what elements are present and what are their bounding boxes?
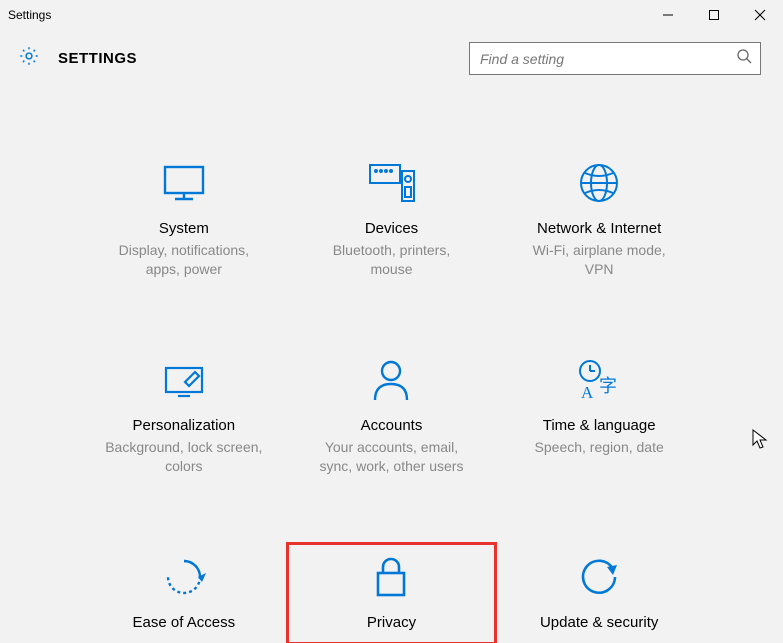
header: SETTINGS — [0, 30, 783, 95]
tile-title: Update & security — [540, 614, 658, 631]
person-icon — [371, 355, 411, 405]
tile-time-language[interactable]: A字 Time & language Speech, region, date — [495, 347, 703, 484]
tile-network[interactable]: Network & Internet Wi-Fi, airplane mode,… — [495, 150, 703, 287]
lock-icon — [372, 552, 410, 602]
devices-icon — [366, 158, 416, 208]
tile-desc: Background, lock screen, colors — [104, 438, 264, 476]
tile-title: System — [159, 220, 209, 237]
search-box[interactable] — [469, 42, 761, 75]
svg-text:字: 字 — [599, 376, 617, 396]
tile-title: Network & Internet — [537, 220, 661, 237]
tile-desc: Speech, region, date — [535, 438, 664, 457]
tile-update-security[interactable]: Update & security — [495, 544, 703, 643]
tile-desc: Wi-Fi, airplane mode, VPN — [519, 241, 679, 279]
maximize-button[interactable] — [691, 0, 737, 30]
tile-title: Privacy — [367, 614, 416, 631]
tile-title: Ease of Access — [133, 614, 236, 631]
tile-title: Accounts — [361, 417, 423, 434]
personalization-icon — [161, 355, 207, 405]
tile-devices[interactable]: Devices Bluetooth, printers, mouse — [288, 150, 496, 287]
globe-icon — [577, 158, 621, 208]
search-input[interactable] — [480, 51, 736, 67]
titlebar: Settings — [0, 0, 783, 30]
window-controls — [645, 0, 783, 30]
update-icon — [577, 552, 621, 602]
tile-title: Devices — [365, 220, 418, 237]
header-left: SETTINGS — [18, 45, 137, 72]
tile-title: Time & language — [543, 417, 656, 434]
tile-personalization[interactable]: Personalization Background, lock screen,… — [80, 347, 288, 484]
tile-desc: Bluetooth, printers, mouse — [311, 241, 471, 279]
time-language-icon: A字 — [575, 355, 623, 405]
settings-grid: System Display, notifications, apps, pow… — [0, 95, 783, 643]
page-title: SETTINGS — [58, 50, 137, 67]
tile-ease-of-access[interactable]: Ease of Access — [80, 544, 288, 643]
gear-icon — [18, 45, 40, 72]
tile-accounts[interactable]: Accounts Your accounts, email, sync, wor… — [288, 347, 496, 484]
window-title: Settings — [8, 8, 51, 22]
tile-system[interactable]: System Display, notifications, apps, pow… — [80, 150, 288, 287]
tile-desc: Your accounts, email, sync, work, other … — [311, 438, 471, 476]
tile-privacy[interactable]: Privacy — [288, 544, 496, 643]
ease-of-access-icon — [162, 552, 206, 602]
minimize-button[interactable] — [645, 0, 691, 30]
svg-text:A: A — [581, 383, 594, 402]
tile-title: Personalization — [133, 417, 236, 434]
close-button[interactable] — [737, 0, 783, 30]
tile-desc: Display, notifications, apps, power — [104, 241, 264, 279]
search-icon — [736, 48, 752, 69]
monitor-icon — [161, 158, 207, 208]
